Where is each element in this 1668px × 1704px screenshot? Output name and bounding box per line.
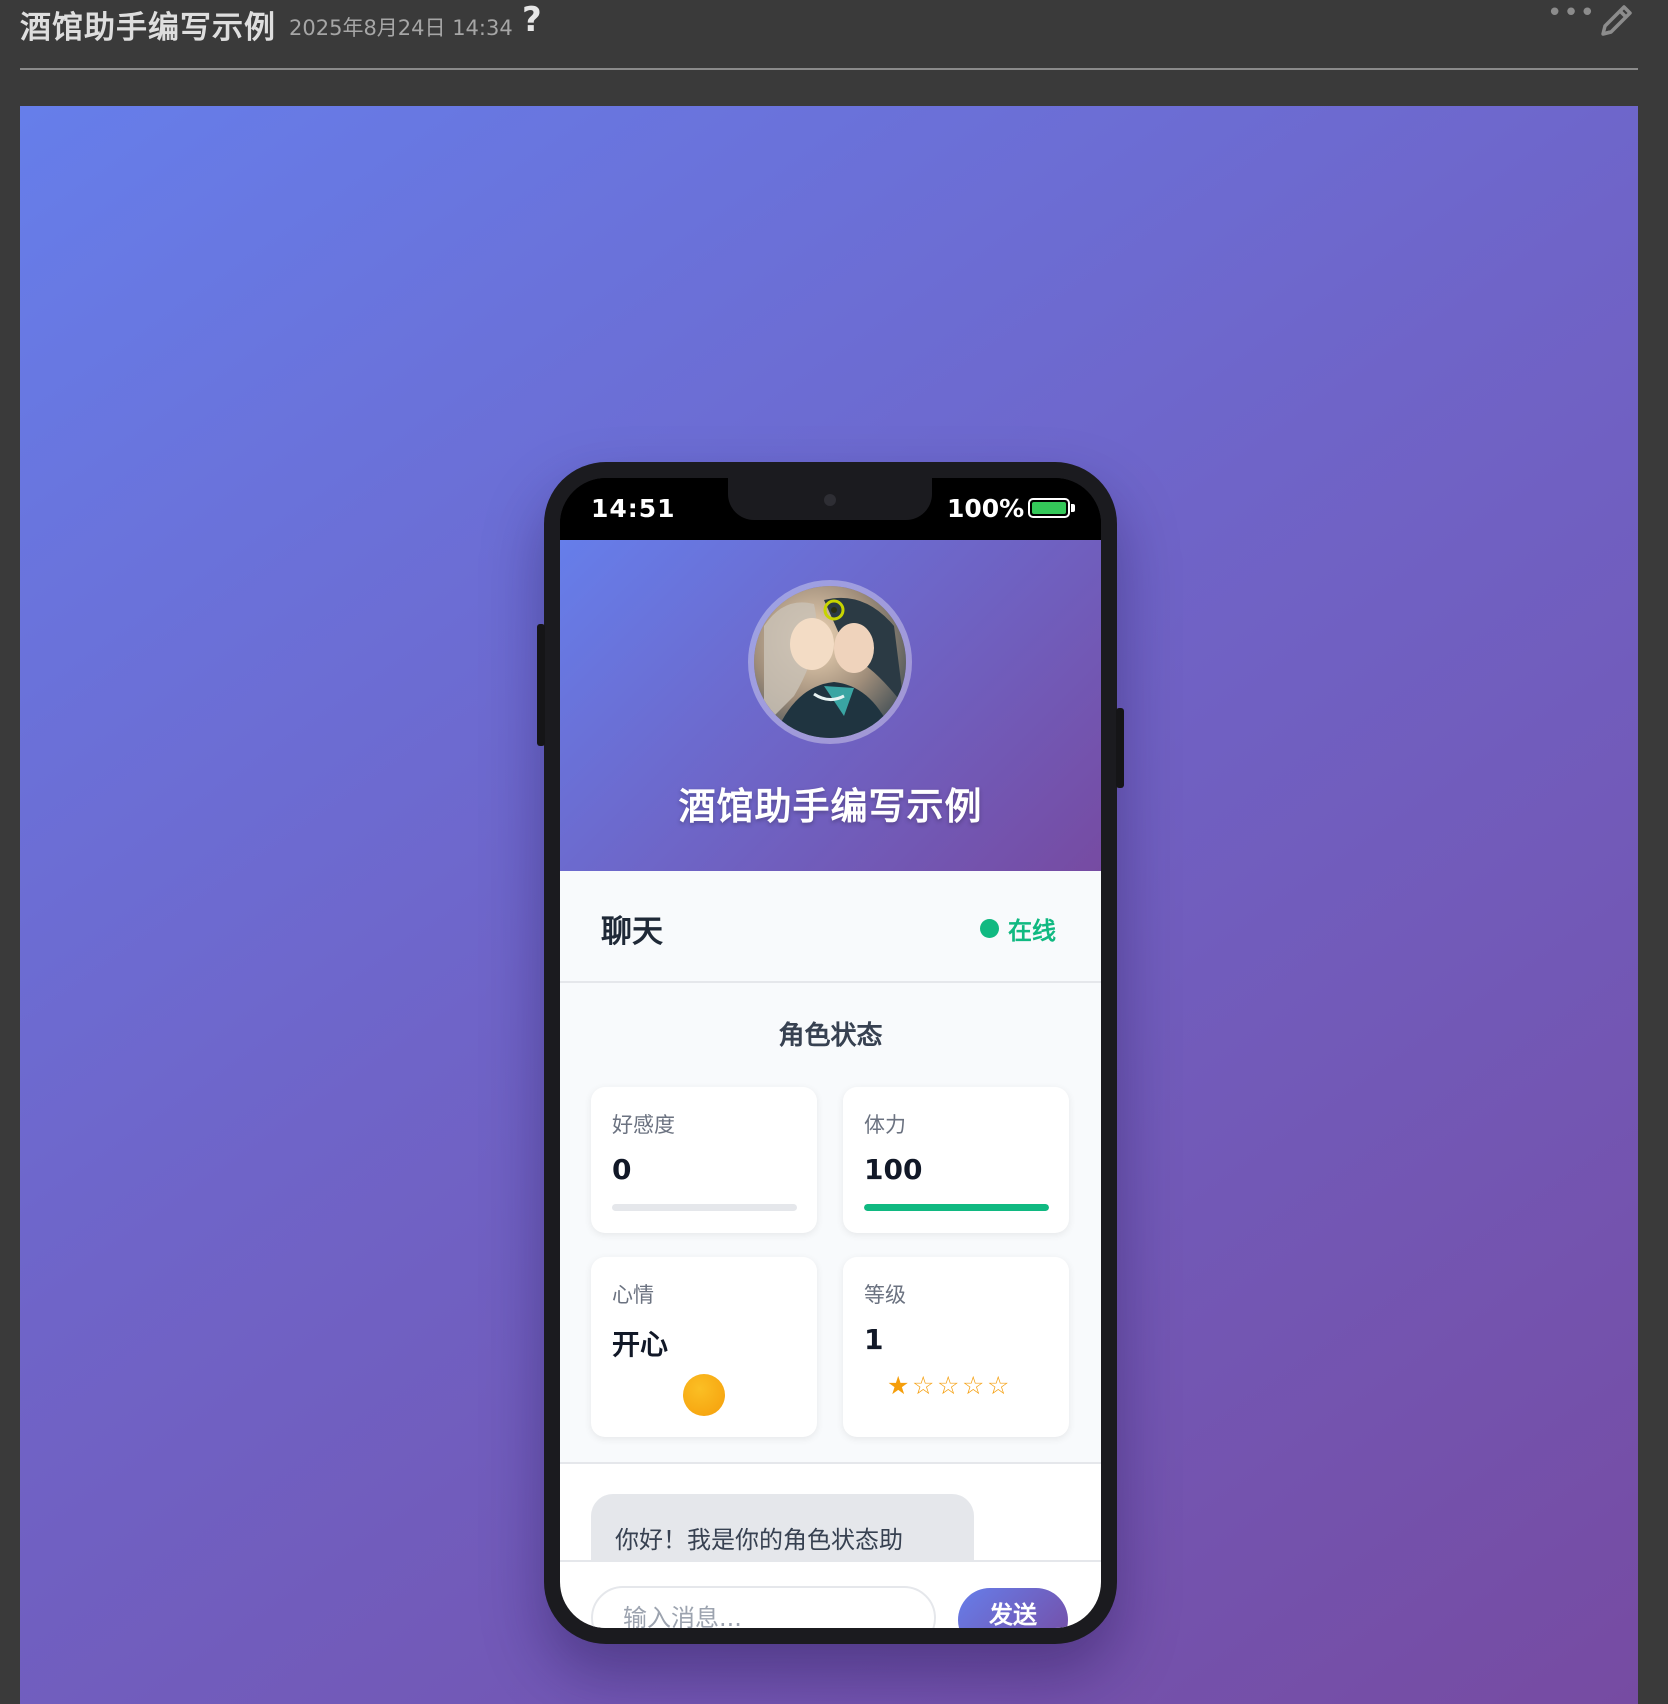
clock: 14:51	[591, 494, 676, 523]
stamina-bar	[864, 1204, 1049, 1211]
avatar[interactable]	[748, 580, 912, 744]
star-outline-icon: ☆	[962, 1371, 989, 1400]
mood-value: 开心	[612, 1328, 669, 1361]
star-outline-icon: ☆	[912, 1371, 939, 1400]
power-button	[1116, 708, 1124, 788]
preview-stage: 14:51 100% 酒馆助手编写示例 聊天 在线 角色状态 好感度 0 体力 …	[20, 106, 1638, 1704]
level-value: 1	[864, 1323, 884, 1356]
chat-header: 聊天 在线	[560, 871, 1101, 983]
question-mark-icon[interactable]: ?	[522, 0, 542, 40]
stamina-label: 体力	[864, 1113, 906, 1137]
affection-label: 好感度	[612, 1113, 675, 1137]
message-title: 酒馆助手编写示例	[20, 10, 276, 46]
message-list[interactable]: 你好！我是你的角色状态助	[560, 1464, 1101, 1560]
battery-fill	[1032, 502, 1066, 514]
status-panel-title: 角色状态	[778, 1021, 883, 1051]
sun-icon	[683, 1374, 725, 1416]
notch	[728, 478, 932, 520]
stamina-value: 100	[864, 1153, 923, 1186]
star-outline-icon: ☆	[987, 1371, 1014, 1400]
battery-icon	[1028, 498, 1070, 518]
battery-percent: 100%	[947, 494, 1025, 523]
chat-title: 聊天	[601, 914, 663, 950]
assistant-message-bubble: 你好！我是你的角色状态助	[591, 1494, 974, 1560]
mood-card: 心情 开心	[591, 1257, 817, 1437]
stamina-bar-fill	[864, 1204, 1049, 1211]
star-outline-icon: ☆	[937, 1371, 964, 1400]
composer: 发送	[560, 1560, 1101, 1628]
affection-card: 好感度 0	[591, 1087, 817, 1233]
profile-header: 酒馆助手编写示例	[560, 540, 1101, 871]
phone-screen: 14:51 100% 酒馆助手编写示例 聊天 在线 角色状态 好感度 0 体力 …	[560, 478, 1101, 1628]
affection-value: 0	[612, 1153, 632, 1186]
battery-cap	[1071, 504, 1075, 512]
send-button[interactable]: 发送	[958, 1588, 1068, 1628]
phone-frame: 14:51 100% 酒馆助手编写示例 聊天 在线 角色状态 好感度 0 体力 …	[537, 462, 1124, 1644]
message-timestamp: 2025年8月24日 14:34	[289, 16, 513, 40]
message-input[interactable]	[591, 1586, 936, 1628]
level-card: 等级 1 ★☆☆☆☆	[843, 1257, 1069, 1437]
mood-label: 心情	[612, 1283, 654, 1307]
more-horizontal-icon[interactable]: •••	[1547, 0, 1596, 28]
level-label: 等级	[864, 1283, 906, 1307]
online-status-text: 在线	[1008, 917, 1056, 945]
affection-bar	[612, 1204, 797, 1211]
character-status-panel: 角色状态 好感度 0 体力 100 心情 开心 等级 1 ★☆☆☆☆	[560, 983, 1101, 1464]
star-filled-icon: ★	[887, 1371, 914, 1400]
volume-button	[537, 624, 545, 746]
pencil-icon[interactable]	[1597, 0, 1635, 40]
stamina-card: 体力 100	[843, 1087, 1069, 1233]
character-name: 酒馆助手编写示例	[678, 785, 983, 828]
online-status-dot	[980, 919, 999, 938]
message-text: 你好！我是你的角色状态助	[615, 1526, 903, 1554]
message-header: 酒馆助手编写示例 2025年8月24日 14:34 ? •••	[20, 0, 1638, 70]
status-bar: 14:51 100%	[560, 478, 1101, 540]
level-stars: ★☆☆☆☆	[887, 1371, 1012, 1400]
camera-icon	[824, 494, 836, 506]
